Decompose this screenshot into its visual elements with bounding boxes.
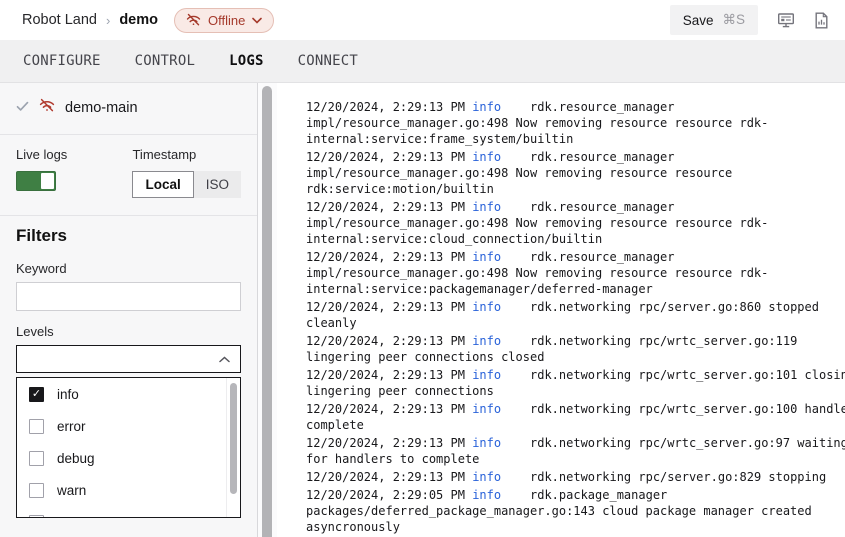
chevron-up-icon	[219, 350, 230, 368]
checkbox[interactable]	[29, 419, 44, 434]
level-option-debug[interactable]: debug	[17, 442, 240, 474]
log-panel: 12/20/2024, 2:29:13 PM info rdk.resource…	[277, 83, 845, 537]
keyword-input[interactable]	[16, 282, 241, 311]
filters-section: Filters Keyword Levels ✓ info error debug wa…	[0, 216, 257, 518]
machine-part-name: demo-main	[65, 100, 138, 116]
breadcrumb-separator: ›	[106, 13, 110, 28]
timestamp-option-iso[interactable]: ISO	[194, 171, 241, 198]
log-entry: 12/20/2024, 2:29:13 PM info rdk.networki…	[306, 401, 845, 433]
levels-label: Levels	[16, 324, 241, 339]
log-entry: 12/20/2024, 2:29:13 PM info rdk.networki…	[306, 469, 845, 485]
log-scrollbar-track	[258, 83, 277, 537]
machine-part-row[interactable]: demo-main	[0, 83, 257, 135]
level-option[interactable]	[17, 506, 240, 518]
keyword-label: Keyword	[16, 261, 241, 276]
timestamp-segmented-control: LocalISO	[132, 171, 241, 198]
level-option-info[interactable]: ✓ info	[17, 378, 240, 410]
log-entry: 12/20/2024, 2:29:13 PM info rdk.networki…	[306, 333, 845, 365]
app-window: Robot Land › demo Offline	[0, 0, 845, 537]
log-entry: 12/20/2024, 2:29:13 PM info rdk.resource…	[306, 199, 845, 247]
checkbox[interactable]: ✓	[29, 387, 44, 402]
log-entry: 12/20/2024, 2:29:13 PM info rdk.resource…	[306, 149, 845, 197]
levels-dropdown: ✓ info error debug warn	[16, 377, 241, 518]
level-option-label: debug	[57, 451, 95, 466]
level-option-label: warn	[57, 483, 86, 498]
level-option-error[interactable]: error	[17, 410, 240, 442]
chevron-down-icon	[252, 17, 262, 24]
live-logs-label: Live logs	[16, 147, 132, 162]
dropdown-scrollbar[interactable]	[230, 383, 237, 494]
breadcrumb-org[interactable]: Robot Land	[22, 12, 97, 28]
levels-select[interactable]	[16, 345, 241, 373]
log-file-icon[interactable]	[814, 12, 829, 29]
log-entry: 12/20/2024, 2:29:13 PM info rdk.networki…	[306, 299, 845, 331]
checkbox[interactable]	[29, 451, 44, 466]
log-entry: 12/20/2024, 2:29:13 PM info rdk.resource…	[306, 249, 845, 297]
tab-control[interactable]: CONTROL	[135, 53, 195, 69]
tab-logs[interactable]: LOGS	[229, 53, 264, 69]
machine-display-icon[interactable]	[777, 12, 795, 29]
checkbox[interactable]	[29, 483, 44, 498]
top-header: Robot Land › demo Offline	[0, 0, 845, 40]
timestamp-label: Timestamp	[132, 147, 241, 162]
live-logs-toggle[interactable]	[16, 171, 56, 191]
status-badge-label: Offline	[208, 13, 245, 28]
tab-connect[interactable]: CONNECT	[298, 53, 358, 69]
level-option-label: info	[57, 387, 79, 402]
log-scrollbar-thumb[interactable]	[262, 86, 272, 537]
wifi-off-icon	[186, 13, 201, 27]
wifi-off-icon	[39, 98, 55, 118]
save-button[interactable]: Save ⌘S	[670, 5, 758, 35]
timestamp-option-local[interactable]: Local	[132, 171, 193, 198]
toggle-knob	[41, 173, 54, 189]
level-option-warn[interactable]: warn	[17, 474, 240, 506]
tab-bar: CONFIGURE CONTROL LOGS CONNECT	[0, 40, 845, 83]
log-entry: 12/20/2024, 2:29:13 PM info rdk.networki…	[306, 435, 845, 467]
dropdown-divider	[226, 378, 227, 517]
log-entry: 12/20/2024, 2:29:05 PM info rdk.package_…	[306, 487, 845, 535]
save-shortcut: ⌘S	[722, 12, 745, 28]
breadcrumb: Robot Land › demo	[22, 12, 158, 28]
breadcrumb-machine[interactable]: demo	[119, 12, 158, 28]
save-button-label: Save	[683, 13, 714, 28]
check-icon	[16, 99, 29, 117]
log-entry: 12/20/2024, 2:29:13 PM info rdk.networki…	[306, 367, 845, 399]
checkbox[interactable]	[29, 515, 44, 519]
tab-configure[interactable]: CONFIGURE	[23, 53, 101, 69]
log-controls: Live logs Timestamp LocalISO	[0, 135, 257, 216]
status-badge[interactable]: Offline	[174, 8, 274, 33]
logs-sidebar: demo-main Live logs Timestamp LocalISO F…	[0, 83, 258, 537]
filters-title: Filters	[16, 226, 241, 246]
log-list: 12/20/2024, 2:29:13 PM info rdk.resource…	[306, 99, 845, 535]
main-content: demo-main Live logs Timestamp LocalISO F…	[0, 83, 845, 537]
level-option-label: error	[57, 419, 86, 434]
log-entry: 12/20/2024, 2:29:13 PM info rdk.resource…	[306, 99, 845, 147]
